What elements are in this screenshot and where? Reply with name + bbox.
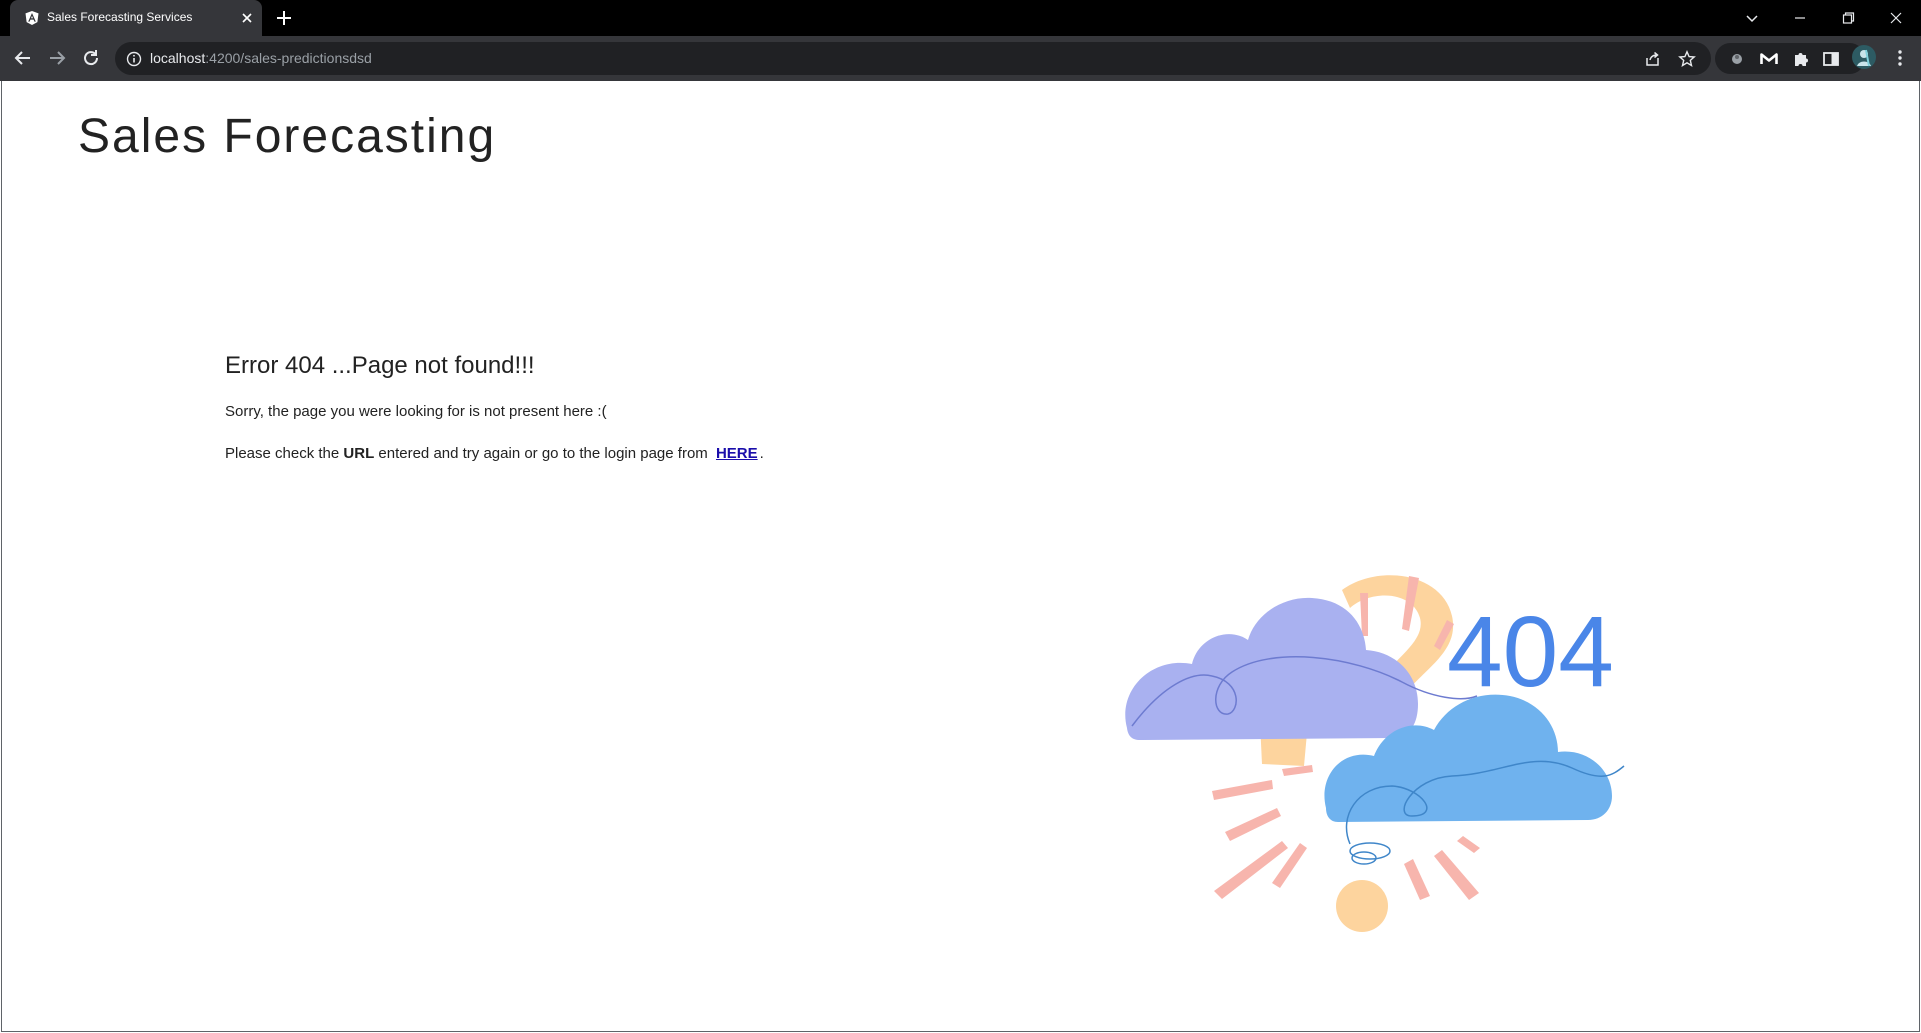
app-title: Sales Forecasting xyxy=(78,110,497,163)
404-illustration: 404 xyxy=(1125,575,1625,932)
spiral-loop xyxy=(1349,842,1391,860)
url-text[interactable]: localhost:4200/sales-predictionsdsd xyxy=(150,50,372,66)
left-cloud xyxy=(1125,597,1418,740)
minimize-icon[interactable] xyxy=(1788,6,1812,30)
tab-title: Sales Forecasting Services xyxy=(47,10,193,24)
extensions-group xyxy=(1715,43,1865,74)
help-suffix: . xyxy=(759,445,764,462)
reload-icon[interactable] xyxy=(79,46,103,70)
m-extension-icon[interactable] xyxy=(1759,49,1779,69)
tab-sales-forecasting[interactable]: Sales Forecasting Services xyxy=(10,0,262,36)
puzzle-icon[interactable] xyxy=(1791,49,1811,69)
error-message: Sorry, the page you were looking for is … xyxy=(225,403,607,420)
error-heading: Error 404 ...Page not found!!! xyxy=(225,352,535,379)
help-url-bold: URL xyxy=(343,445,375,462)
login-here-link[interactable]: HERE xyxy=(716,445,758,462)
side-panel-icon[interactable] xyxy=(1821,49,1841,69)
404-code-text: 404 xyxy=(1447,596,1614,708)
tab-strip: Sales Forecasting Services xyxy=(0,0,1921,36)
error-help-text: Please check the URL entered and try aga… xyxy=(225,445,764,462)
help-middle: entered and try again or go to the login… xyxy=(374,445,712,462)
restore-icon[interactable] xyxy=(1836,6,1860,30)
close-window-icon[interactable] xyxy=(1884,6,1908,30)
share-icon[interactable] xyxy=(1643,49,1663,69)
extension-dot-icon[interactable] xyxy=(1727,49,1747,69)
close-icon[interactable] xyxy=(239,10,255,26)
tab-search-chevron-icon[interactable] xyxy=(1740,6,1764,30)
forward-arrow-icon[interactable] xyxy=(45,46,69,70)
url-host: localhost xyxy=(150,50,206,66)
browser-toolbar: localhost:4200/sales-predictionsdsd xyxy=(0,36,1921,81)
address-bar[interactable]: localhost:4200/sales-predictionsdsd xyxy=(115,42,1711,75)
star-icon[interactable] xyxy=(1677,49,1697,69)
browser-window: Sales Forecasting Services localhost:420… xyxy=(0,0,1921,1033)
info-icon[interactable] xyxy=(125,50,143,68)
question-mark-dot xyxy=(1336,880,1388,932)
plus-icon[interactable] xyxy=(274,8,294,28)
page-content: Sales Forecasting Error 404 ...Page not … xyxy=(1,81,1920,1032)
back-arrow-icon[interactable] xyxy=(11,46,35,70)
url-path: :4200/sales-predictionsdsd xyxy=(205,50,372,66)
avatar-icon[interactable] xyxy=(1851,44,1877,70)
angular-icon xyxy=(25,11,39,25)
kebab-menu-icon[interactable] xyxy=(1888,46,1912,70)
help-prefix: Please check the xyxy=(225,445,344,462)
